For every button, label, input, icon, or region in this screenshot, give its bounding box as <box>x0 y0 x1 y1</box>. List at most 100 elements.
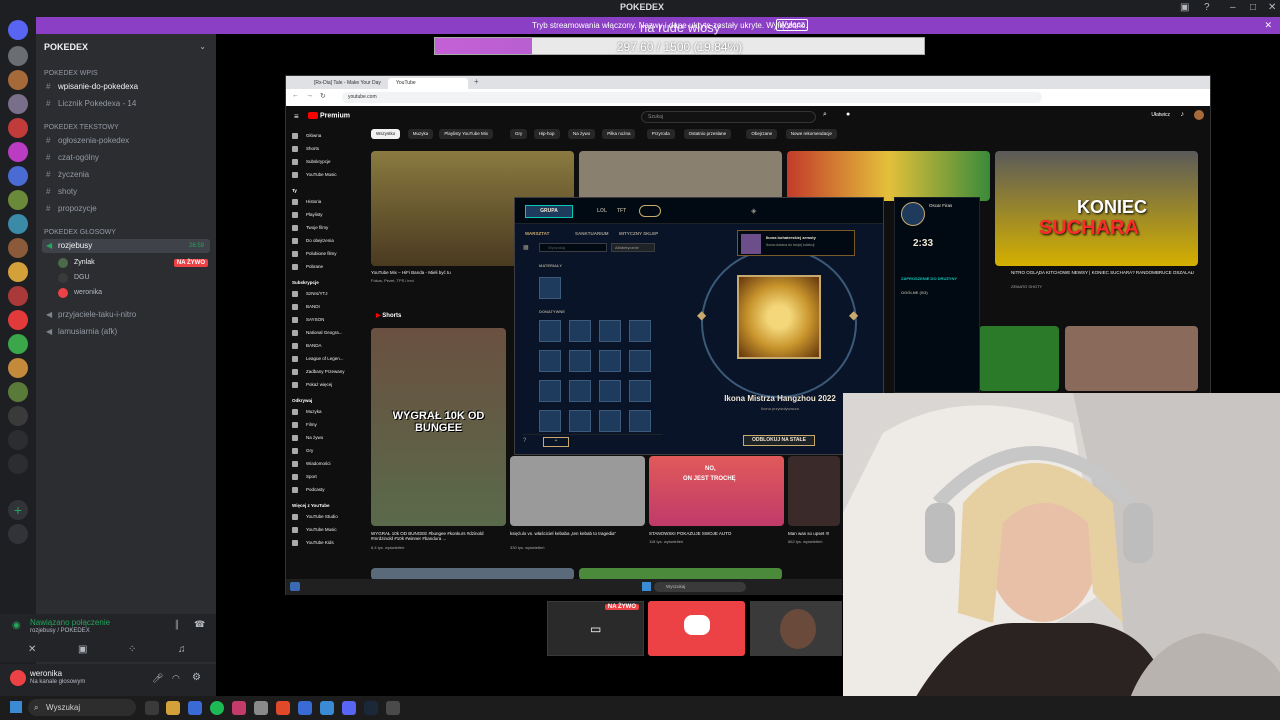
youtube-sidebar-heading[interactable]: Ty <box>292 188 297 193</box>
youtube-sidebar-item[interactable]: Pokaż więcej <box>292 381 364 389</box>
sort-dropdown[interactable]: Alfabetycznie <box>611 243 655 252</box>
loot-item[interactable] <box>629 410 651 432</box>
voice-channel[interactable]: ◀ przyjaciele-taku-i-nitro <box>42 308 210 322</box>
captured-search-box[interactable]: Wyszukaj <box>654 582 746 592</box>
avatar[interactable] <box>10 670 26 686</box>
video-thumbnail[interactable]: KONIEC SUCHARA <box>995 151 1198 266</box>
chevron-down-icon[interactable]: ⌄ <box>199 42 206 51</box>
app-icon[interactable] <box>320 701 334 715</box>
short-thumbnail[interactable] <box>788 456 840 526</box>
browser-tab[interactable]: [Rx-Dia] Tale - Make Your Day <box>306 78 386 89</box>
close-icon[interactable]: ✕ <box>1264 20 1272 31</box>
server-icon[interactable] <box>8 382 28 402</box>
voice-channel-rozjebusy[interactable]: ◀ rozjebusy 26:59 <box>42 239 210 253</box>
server-icon[interactable] <box>8 262 28 282</box>
disconnect-icon[interactable]: ☎ <box>194 619 205 630</box>
create-button[interactable]: Ułatwicz <box>1151 112 1170 118</box>
youtube-sidebar-item[interactable]: Na żywo <box>292 434 364 442</box>
voice-channel[interactable]: ◀ lamusiarnia (afk) <box>42 325 210 339</box>
filter-chip[interactable]: Piłka nożna <box>602 129 636 139</box>
help-icon[interactable]: ? <box>523 438 526 444</box>
activities-icon[interactable]: ⁘ <box>128 644 136 655</box>
grid-icon[interactable]: ▦ <box>523 244 529 251</box>
short-title[interactable]: STANOWSKI POKAZUJE SWOJE AUTO <box>649 531 779 536</box>
channel-propozycje[interactable]: # propozycje <box>42 202 210 216</box>
server-icon[interactable] <box>8 70 28 90</box>
filter-chip[interactable]: Ostatnio przesłane <box>683 129 732 139</box>
youtube-sidebar-item[interactable]: Gry <box>292 447 364 455</box>
bell-icon[interactable]: ♪ <box>1181 111 1185 118</box>
stream-tile-user[interactable] <box>750 601 842 656</box>
filter-chip[interactable]: Przyroda <box>646 129 675 139</box>
short-title[interactable]: księżulo vs. właściciel kebaba „ten keba… <box>510 531 640 536</box>
loot-search-input[interactable]: Wyszukaj <box>539 243 607 252</box>
category-text[interactable]: POKEDEX Tekstowy <box>44 124 119 131</box>
server-icon[interactable] <box>8 190 28 210</box>
url-field[interactable]: youtube.com <box>342 92 1042 103</box>
add-server-icon[interactable]: + <box>8 500 28 520</box>
explore-icon[interactable] <box>8 524 28 544</box>
microphone-icon[interactable]: 🎤︎ <box>152 673 163 684</box>
discord-icon[interactable] <box>342 701 356 715</box>
stream-tile-game[interactable]: NA ŻYWO ▭ <box>547 601 644 656</box>
youtube-sidebar-item[interactable]: Playlisty <box>292 211 364 219</box>
spotify-icon[interactable] <box>210 701 224 715</box>
app-icon[interactable] <box>188 701 202 715</box>
channel-ogloszenia[interactable]: # ogłoszenia-pokedex <box>42 134 210 148</box>
video-thumbnail[interactable] <box>787 151 990 201</box>
headphones-icon[interactable]: ◠ <box>172 673 180 684</box>
category-voice[interactable]: POKEDEX GŁOSOWY <box>44 229 116 236</box>
disable-streamer-mode-button[interactable]: Wyłącz <box>776 19 808 31</box>
youtube-sidebar-item[interactable]: Wiadomości <box>292 460 364 468</box>
file-explorer-icon[interactable] <box>166 701 180 715</box>
server-icon[interactable] <box>8 46 28 66</box>
video-thumbnail[interactable] <box>1065 326 1198 391</box>
nav-tft[interactable]: TFT <box>617 208 626 214</box>
loot-item[interactable] <box>569 380 591 402</box>
forward-icon[interactable]: → <box>306 92 313 99</box>
channel-licznik[interactable]: # Licznik Pokedexa - 14 <box>42 97 210 111</box>
youtube-sidebar-item[interactable]: YouTube Music <box>292 171 364 179</box>
youtube-sidebar-item[interactable]: Do obejrzenia <box>292 237 364 245</box>
server-icon[interactable] <box>8 214 28 234</box>
filter-chip[interactable]: Gry <box>510 129 528 139</box>
loot-item[interactable] <box>629 350 651 372</box>
screen-share-icon[interactable]: ▣ <box>78 644 87 655</box>
home-icon[interactable] <box>8 20 28 40</box>
filter-chip[interactable]: Hip-hop <box>533 129 560 139</box>
signal-icon[interactable]: ◉ <box>12 620 21 631</box>
server-icon[interactable] <box>8 406 28 426</box>
filter-chip[interactable]: Nowe rekomendacje <box>785 129 837 139</box>
server-icon[interactable] <box>8 166 28 186</box>
back-icon[interactable]: ← <box>292 92 299 99</box>
windows-start-icon[interactable] <box>10 701 22 713</box>
loot-icon[interactable] <box>639 205 661 217</box>
youtube-sidebar-item[interactable]: Muzyka <box>292 408 364 416</box>
video-thumbnail[interactable] <box>579 151 782 201</box>
loot-item[interactable] <box>539 410 561 432</box>
add-icon[interactable]: + <box>543 437 569 447</box>
server-icon[interactable] <box>8 334 28 354</box>
loot-item[interactable] <box>629 380 651 402</box>
menu-icon[interactable]: ≡ <box>294 112 299 121</box>
video-thumbnail[interactable] <box>979 326 1059 391</box>
youtube-sidebar-item[interactable]: National Geogra... <box>292 329 364 337</box>
short-title[interactable]: WYGRAŁ 10k OD BUNGEE #bungee #konkurs #d… <box>371 531 501 541</box>
minimize-icon[interactable]: – <box>1230 2 1236 13</box>
gear-icon[interactable]: ⚙ <box>192 672 201 683</box>
app-icon[interactable] <box>298 701 312 715</box>
youtube-search-input[interactable]: Szukaj <box>641 111 816 123</box>
youtube-sidebar-item[interactable]: Historia <box>292 198 364 206</box>
youtube-sidebar-item[interactable]: Filmy <box>292 421 364 429</box>
close-icon[interactable]: ✕ <box>1268 2 1276 13</box>
youtube-sidebar-item[interactable]: BANDI <box>292 303 364 311</box>
channel-czat[interactable]: # czat-ogólny <box>42 151 210 165</box>
stream-tile-discord[interactable] <box>648 601 745 656</box>
loot-item[interactable] <box>569 320 591 342</box>
loot-item[interactable] <box>539 277 561 299</box>
unlock-button[interactable]: ODBLOKUJ NA STAŁE <box>743 435 815 446</box>
youtube-sidebar-item[interactable]: Podcasty <box>292 486 364 494</box>
help-icon[interactable]: ? <box>1204 2 1210 13</box>
arrow-right-icon[interactable]: ◆ <box>849 308 858 322</box>
tab-workshop[interactable]: WARSZTAT <box>525 231 549 236</box>
